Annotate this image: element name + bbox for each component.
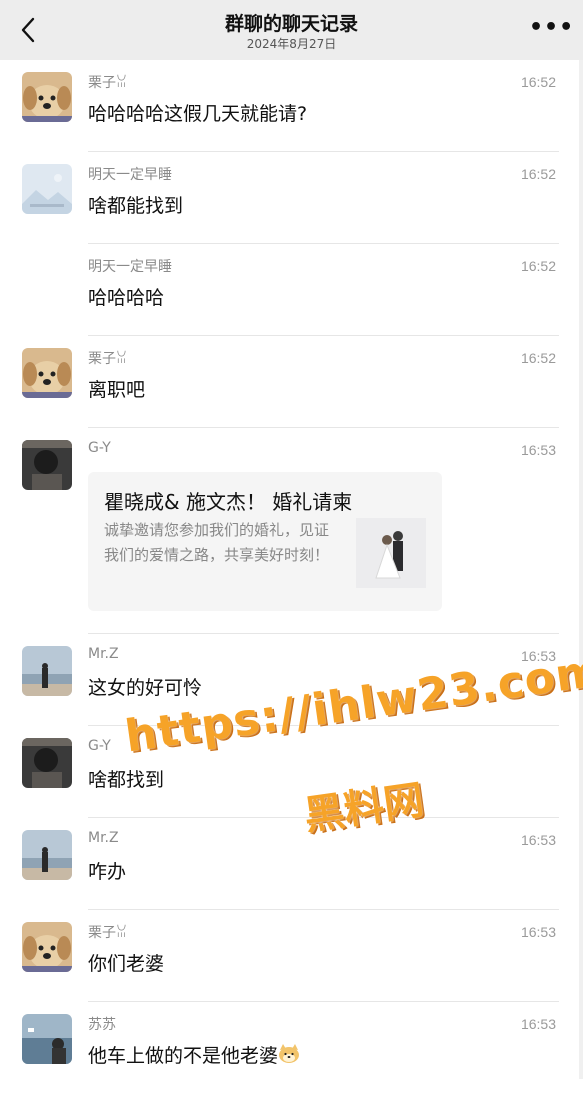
message-list: 栗子ꈍ 16:52 哈哈哈哈这假几天就能请? 明天一定早睡 16:52 啥都能找… — [0, 60, 583, 1094]
avatar-sea[interactable] — [22, 1014, 72, 1064]
avatar-puppy[interactable] — [22, 348, 72, 398]
message-item: 栗子ꈍ 16:52 离职吧 — [0, 336, 583, 428]
message-time: 16:53 — [520, 832, 556, 848]
message-text[interactable]: 哈哈哈哈这假几天就能请? — [88, 99, 307, 126]
message-time: 16:53 — [520, 442, 556, 458]
message-item: Mr.Z 16:53 咋办 — [0, 818, 583, 910]
avatar-dark-photo[interactable] — [22, 738, 72, 788]
avatar-puppy[interactable] — [22, 922, 72, 972]
sender-name: 栗子ꈍ — [88, 75, 127, 91]
message-time: 16:53 — [520, 1016, 556, 1032]
more-dots-icon[interactable]: ••• — [529, 17, 573, 40]
message-text[interactable]: 离职吧 — [88, 375, 145, 402]
doge-emoji-icon — [278, 1044, 300, 1067]
sender-name: 栗子ꈍ — [88, 925, 127, 941]
message-item: Mr.Z 16:53 这女的好可怜 — [0, 634, 583, 726]
sender-name: G-Y — [88, 738, 111, 754]
message-time: 16:53 — [520, 648, 556, 664]
sender-name: 明天一定早睡 — [88, 259, 172, 275]
message-time: 16:53 — [520, 924, 556, 940]
message-time: 16:52 — [520, 74, 556, 90]
message-time: 16:52 — [520, 258, 556, 274]
sender-name: Mr.Z — [88, 646, 119, 662]
wedding-photo — [356, 518, 426, 588]
invitation-description: 诚挚邀请您参加我们的婚礼，见证我们的爱情之路，共享美好时刻！ — [104, 521, 330, 564]
invitation-title: 瞿晓成& 施文杰！ 婚礼请柬 — [104, 490, 353, 514]
message-text-content: 他车上做的不是他老婆 — [88, 1045, 279, 1067]
message-item: 栗子ꈍ 16:52 哈哈哈哈这假几天就能请? — [0, 60, 583, 152]
header-bar: 群聊的聊天记录 2024年8月27日 ••• — [0, 0, 583, 60]
avatar-landscape[interactable] — [22, 164, 72, 214]
message-time: 16:52 — [520, 166, 556, 182]
message-item: 明天一定早睡 16:52 啥都能找到 — [0, 152, 583, 244]
page-title: 群聊的聊天记录 — [224, 13, 358, 35]
avatar-dark-photo[interactable] — [22, 440, 72, 490]
sender-name: 栗子ꈍ — [88, 351, 127, 367]
message-text[interactable]: 啥都能找到 — [88, 191, 183, 218]
avatar-beach[interactable] — [22, 830, 72, 880]
message-text[interactable]: 他车上做的不是他老婆 — [88, 1041, 300, 1068]
message-text[interactable]: 你们老婆 — [88, 949, 164, 976]
sender-name: 明天一定早睡 — [88, 167, 172, 183]
sender-name: Mr.Z — [88, 830, 119, 846]
invitation-card[interactable]: 瞿晓成& 施文杰！ 婚礼请柬 诚挚邀请您参加我们的婚礼，见证我们的爱情之路，共享… — [88, 472, 442, 611]
message-text[interactable]: 这女的好可怜 — [88, 673, 202, 700]
message-time: 16:52 — [520, 350, 556, 366]
message-item: G-Y 16:53 瞿晓成& 施文杰！ 婚礼请柬 诚挚邀请您参加我们的婚礼，见证… — [0, 428, 583, 634]
page-date: 2024年8月27日 — [246, 37, 337, 51]
avatar-puppy[interactable] — [22, 72, 72, 122]
sender-name: G-Y — [88, 440, 111, 456]
message-item: G-Y 啥都找到 — [0, 726, 583, 818]
message-text[interactable]: 咋办 — [88, 857, 126, 884]
message-item: 栗子ꈍ 16:53 你们老婆 — [0, 910, 583, 1002]
sender-name: 苏苏 — [88, 1017, 116, 1033]
message-text[interactable]: 哈哈哈哈 — [88, 283, 164, 310]
avatar-beach[interactable] — [22, 646, 72, 696]
message-item: 明天一定早睡 16:52 哈哈哈哈 — [0, 244, 583, 336]
scrollbar[interactable] — [579, 60, 583, 1079]
message-item: 苏苏 16:53 他车上做的不是他老婆 — [0, 1002, 583, 1094]
message-text[interactable]: 啥都找到 — [88, 765, 164, 792]
